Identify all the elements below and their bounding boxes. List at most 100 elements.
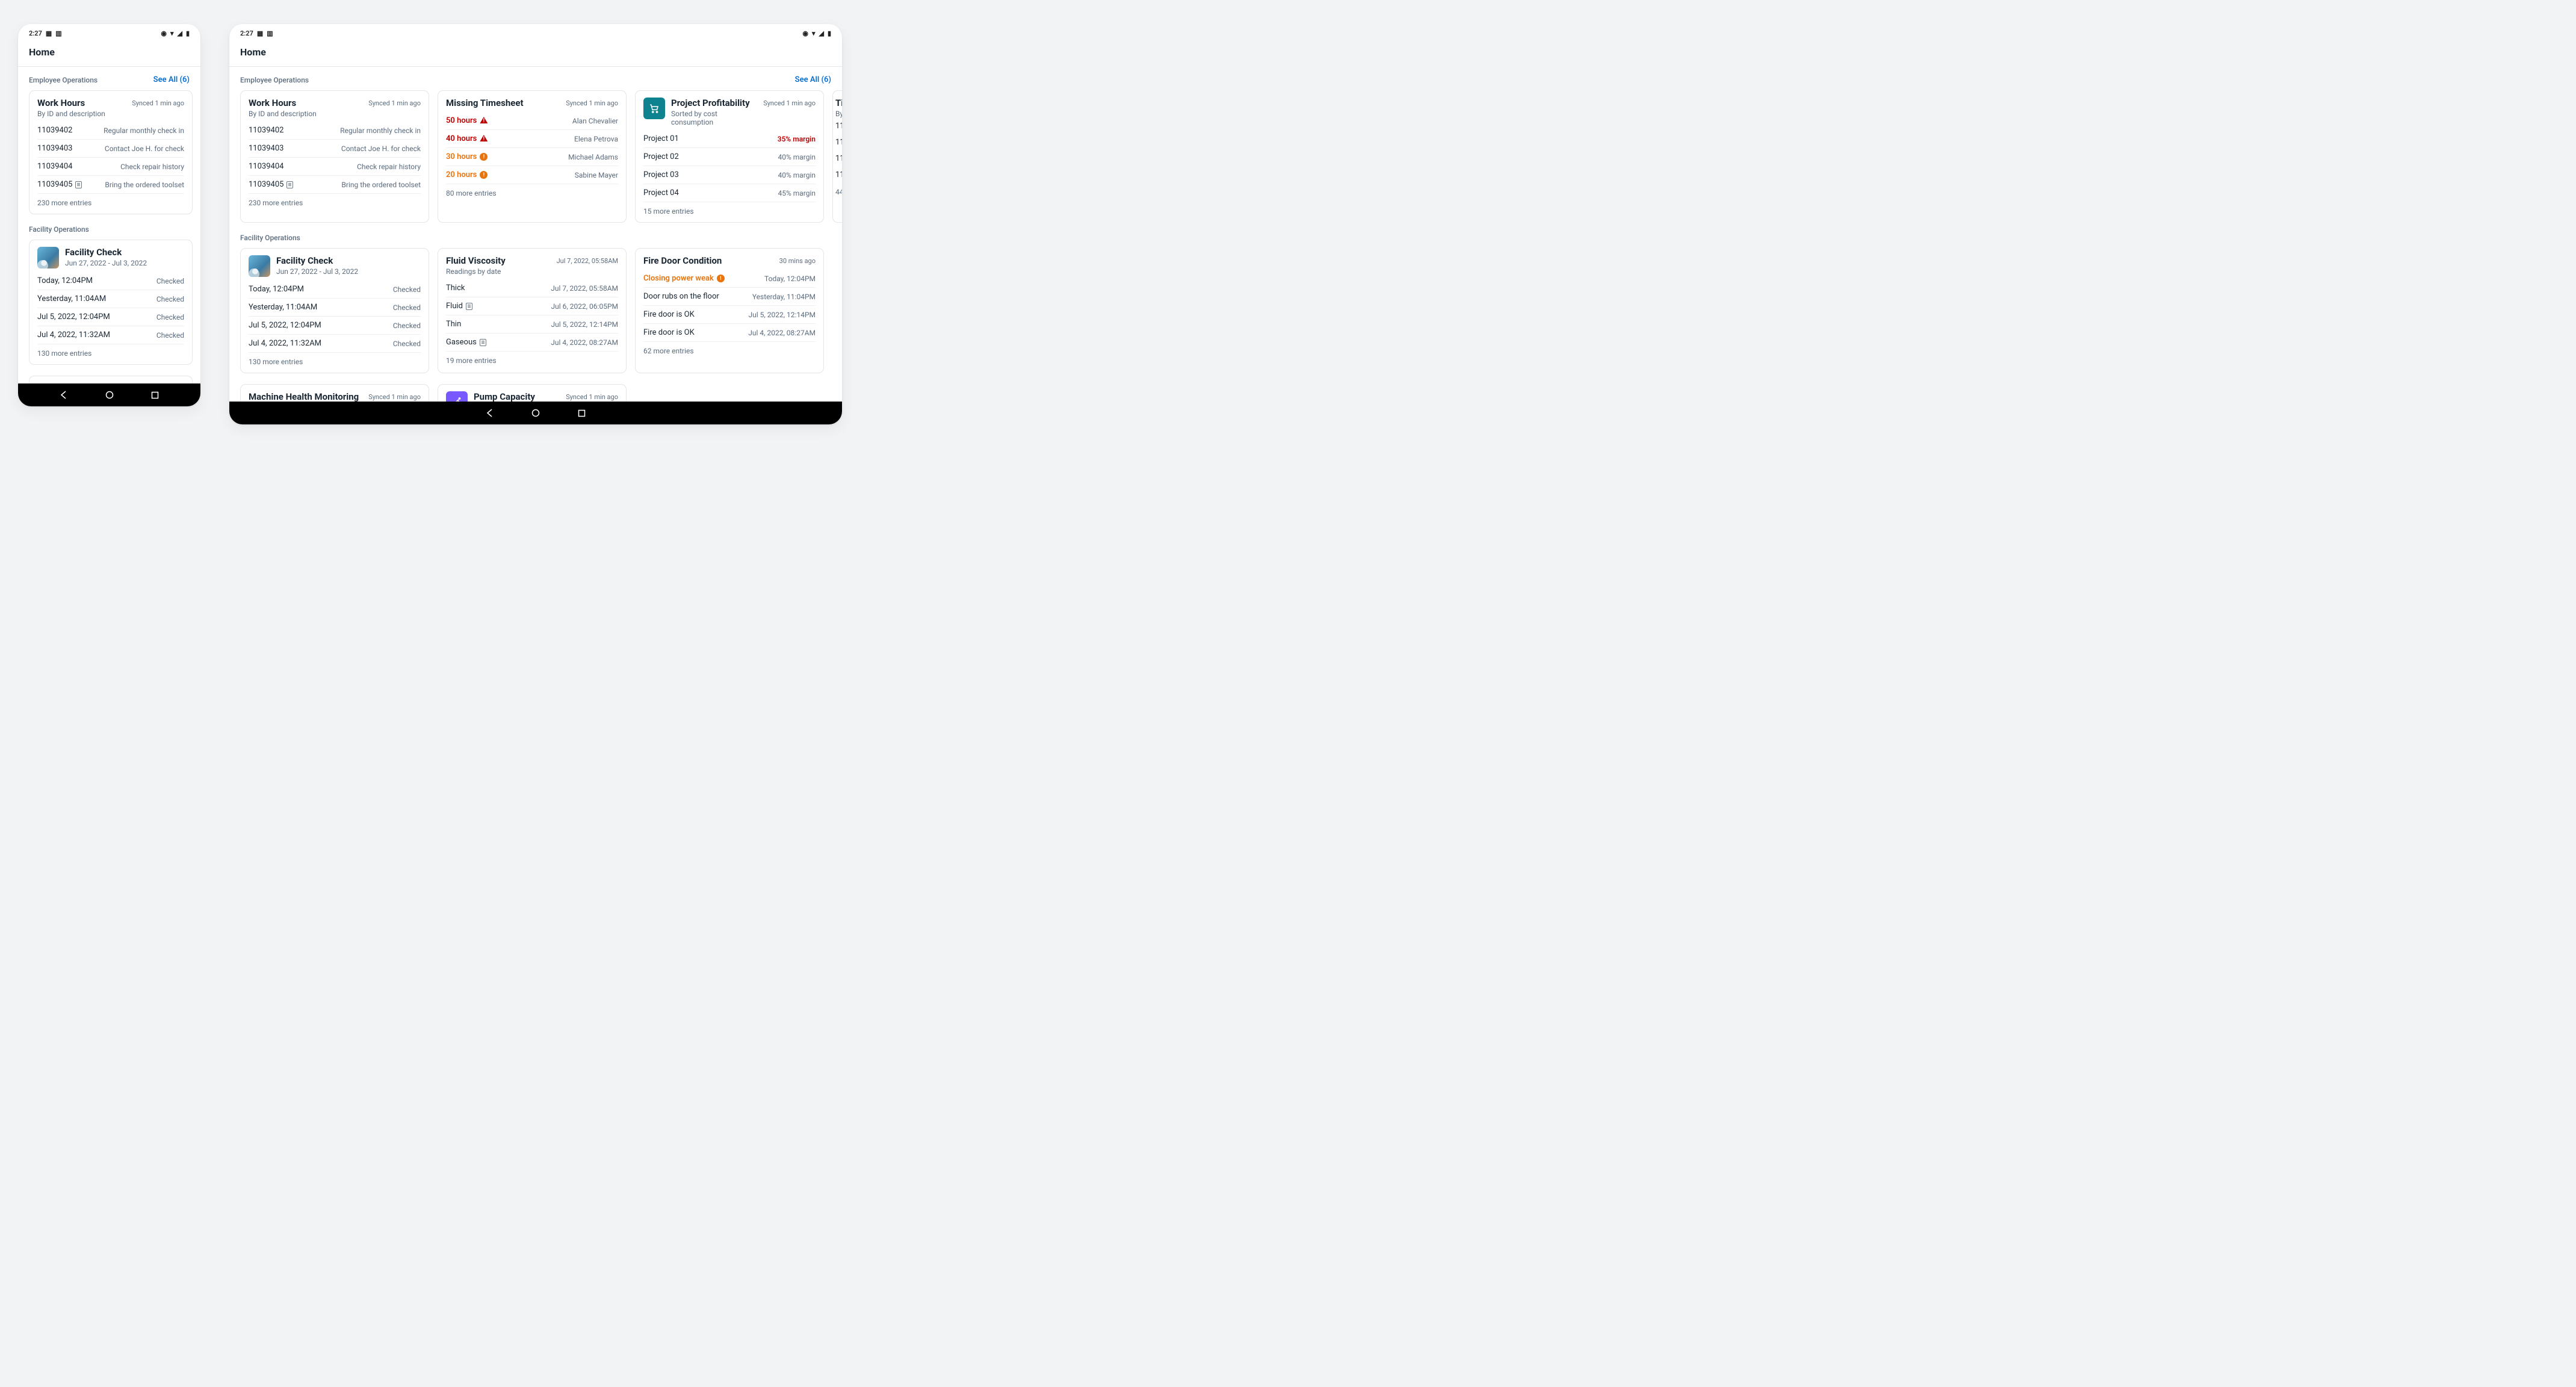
more-entries[interactable]: 230 more entries	[249, 194, 421, 207]
home-button[interactable]	[105, 390, 114, 400]
list-row[interactable]: ThinJul 5, 2022, 12:14PM	[446, 315, 618, 334]
alert-critical-icon: !	[480, 135, 488, 143]
list-row[interactable]: 11039404Check repair history	[37, 158, 184, 176]
more-entries[interactable]: 130 more entries	[37, 344, 184, 358]
image-icon: ▦	[46, 29, 52, 37]
pump-capacity-card[interactable]: Pump CapacityReadings for Pump C201Synce…	[438, 384, 627, 402]
list-row[interactable]: 11039405Bring the ordered toolset	[37, 176, 184, 194]
list-row[interactable]: Yesterday, 11:04AMChecked	[37, 290, 184, 308]
facility-cards-scroll[interactable]: Facility CheckJun 27, 2022 - Jul 3, 2022…	[240, 248, 842, 376]
page-title: Home	[240, 46, 831, 58]
battery-icon: ▮	[828, 29, 831, 37]
card-title: Missing Timesheet	[446, 98, 560, 108]
alert-warn-icon: !	[480, 153, 488, 161]
phone-frame: 2:27▦▥ ◉▾◢▮ Home Employee OperationsSee …	[18, 24, 200, 406]
back-button[interactable]	[485, 408, 495, 418]
signal-icon: ◢	[819, 29, 823, 37]
employee-cards-scroll[interactable]: Work HoursBy ID and descriptionSynced 1 …	[29, 90, 200, 217]
work-hours-card[interactable]: Work HoursBy ID and descriptionSynced 1 …	[29, 90, 193, 214]
list-row[interactable]: 30 hours!Michael Adams	[446, 148, 618, 166]
work-hours-card[interactable]: Work HoursBy ID and descriptionSynced 1 …	[240, 90, 429, 223]
android-nav-bar	[18, 383, 200, 406]
list-row[interactable]: Closing power weak!Today, 12:04PM	[643, 270, 816, 288]
list-row[interactable]: 40 hours!Elena Petrova	[446, 130, 618, 148]
fluid-viscosity-card-peek[interactable]: Fluid ViscosityJul 7, 2022, 05:58AM	[29, 376, 193, 383]
card-subtitle: Jun 27, 2022 - Jul 3, 2022	[65, 259, 184, 267]
app-header: Home	[229, 39, 842, 67]
status-time: 2:27	[29, 29, 42, 37]
list-row[interactable]: ThickJul 7, 2022, 05:58AM	[446, 279, 618, 297]
more-entries[interactable]: 230 more entries	[37, 194, 184, 207]
project-profitability-card[interactable]: Project ProfitabilitySorted by cost cons…	[635, 90, 824, 223]
see-all-link[interactable]: See All (6)	[153, 75, 190, 84]
image-icon: ▦	[257, 29, 263, 37]
alert-warn-icon: !	[717, 275, 725, 282]
fire-door-card[interactable]: Fire Door Condition30 mins ago Closing p…	[635, 248, 824, 373]
missing-timesheet-card[interactable]: Missing TimesheetSynced 1 min ago 50 hou…	[438, 90, 627, 223]
tablet-frame: 2:27▦▥ ◉▾◢▮ Home Employee OperationsSee …	[229, 24, 842, 424]
list-row[interactable]: 11039404Check repair history	[249, 158, 421, 176]
see-all-link[interactable]: See All (6)	[795, 75, 831, 84]
section-title-facility: Facility Operations	[29, 225, 89, 234]
list-row[interactable]: 11039405Bring the ordered toolset	[249, 176, 421, 194]
back-button[interactable]	[59, 390, 69, 400]
list-row[interactable]: Project 0445% margin	[643, 184, 816, 202]
card-sync: Synced 1 min ago	[132, 99, 184, 107]
facility-image-icon	[249, 255, 270, 277]
list-row[interactable]: Fire door is OKJul 4, 2022, 08:27AM	[643, 324, 816, 342]
section-title-employee: Employee Operations	[29, 76, 98, 84]
calendar-icon: ▥	[55, 29, 61, 37]
list-row[interactable]: Door rubs on the floorYesterday, 11:04PM	[643, 288, 816, 306]
list-row[interactable]: Project 0135% margin	[643, 130, 816, 148]
list-row[interactable]: FluidJul 6, 2022, 06:05PM	[446, 297, 618, 315]
card-peek[interactable]: Ti By 11 11 11 11 44	[832, 90, 842, 223]
note-icon	[480, 339, 486, 346]
eye-icon: ◉	[161, 29, 167, 37]
list-row[interactable]: 11039402Regular monthly check in	[249, 122, 421, 140]
recent-apps-button[interactable]	[150, 390, 160, 400]
more-entries[interactable]: 130 more entries	[249, 353, 421, 366]
robot-arm-icon	[446, 391, 468, 402]
fluid-viscosity-card[interactable]: Fluid ViscosityReadings by dateJul 7, 20…	[438, 248, 627, 373]
status-time: 2:27	[240, 29, 253, 37]
page-title: Home	[29, 46, 190, 58]
list-row[interactable]: 20 hours!Sabine Mayer	[446, 166, 618, 184]
list-row[interactable]: Jul 5, 2022, 12:04PMChecked	[249, 317, 421, 335]
list-row[interactable]: 11039402Regular monthly check in	[37, 122, 184, 140]
card-title: Work Hours	[37, 98, 126, 108]
section-title-employee: Employee Operations	[240, 76, 309, 84]
list-row[interactable]: Yesterday, 11:04AMChecked	[249, 299, 421, 317]
alert-critical-icon: !	[480, 117, 488, 125]
eye-icon: ◉	[802, 29, 808, 37]
more-entries[interactable]: 15 more entries	[643, 202, 816, 216]
more-entries[interactable]: 19 more entries	[446, 352, 618, 365]
list-row[interactable]: Jul 4, 2022, 11:32AMChecked	[37, 326, 184, 344]
list-row[interactable]: Fire door is OKJul 5, 2022, 12:14PM	[643, 306, 816, 324]
card-title: Facility Check	[65, 247, 184, 258]
list-row[interactable]: 50 hours!Alan Chevalier	[446, 112, 618, 130]
list-row[interactable]: Today, 12:04PMChecked	[249, 281, 421, 299]
list-row[interactable]: 11039403Contact Joe H. for check	[249, 140, 421, 158]
more-entries[interactable]: 80 more entries	[446, 184, 618, 197]
home-button[interactable]	[531, 408, 540, 418]
facility-check-card[interactable]: Facility CheckJun 27, 2022 - Jul 3, 2022…	[240, 248, 429, 373]
facility-image-icon	[37, 247, 59, 268]
list-row[interactable]: GaseousJul 4, 2022, 08:27AM	[446, 334, 618, 352]
list-row[interactable]: Jul 5, 2022, 12:04PMChecked	[37, 308, 184, 326]
list-row[interactable]: Project 0340% margin	[643, 166, 816, 184]
note-icon	[75, 181, 82, 188]
employee-cards-scroll[interactable]: Work HoursBy ID and descriptionSynced 1 …	[240, 90, 842, 225]
recent-apps-button[interactable]	[577, 408, 586, 418]
list-row[interactable]: 11039403Contact Joe H. for check	[37, 140, 184, 158]
more-entries[interactable]: 62 more entries	[643, 342, 816, 355]
facility-cards-scroll[interactable]: Facility CheckJun 27, 2022 - Jul 3, 2022…	[29, 240, 200, 367]
machine-health-card[interactable]: Machine Health MonitoringDaily machine s…	[240, 384, 429, 402]
list-row[interactable]: Today, 12:04PMChecked	[37, 272, 184, 290]
status-bar: 2:27▦▥ ◉▾◢▮	[18, 24, 200, 39]
facility-check-card[interactable]: Facility CheckJun 27, 2022 - Jul 3, 2022…	[29, 240, 193, 365]
list-row[interactable]: Project 0240% margin	[643, 148, 816, 166]
list-row[interactable]: Jul 4, 2022, 11:32AMChecked	[249, 335, 421, 353]
facility-cards-scroll-2[interactable]: Machine Health MonitoringDaily machine s…	[240, 384, 842, 402]
signal-icon: ◢	[177, 29, 182, 37]
alert-warn-icon: !	[480, 171, 488, 179]
